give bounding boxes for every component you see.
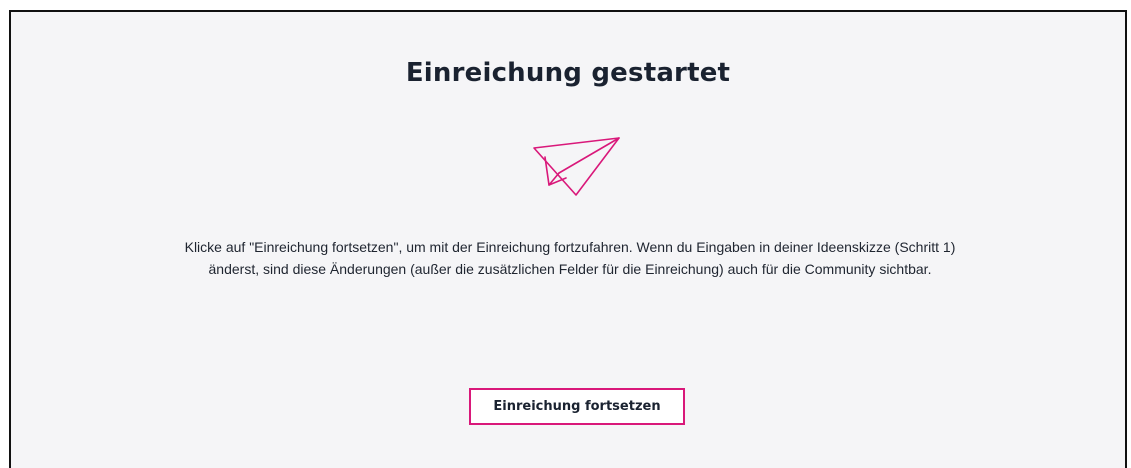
continue-submission-button[interactable]: Einreichung fortsetzen [469, 388, 685, 425]
page-title: Einreichung gestartet [405, 58, 731, 88]
paper-plane-icon [533, 137, 620, 196]
instruction-text: Klicke auf "Einreichung fortsetzen", um … [184, 239, 956, 277]
submission-panel: Einreichung gestartet Klicke auf "Einrei… [9, 10, 1127, 468]
